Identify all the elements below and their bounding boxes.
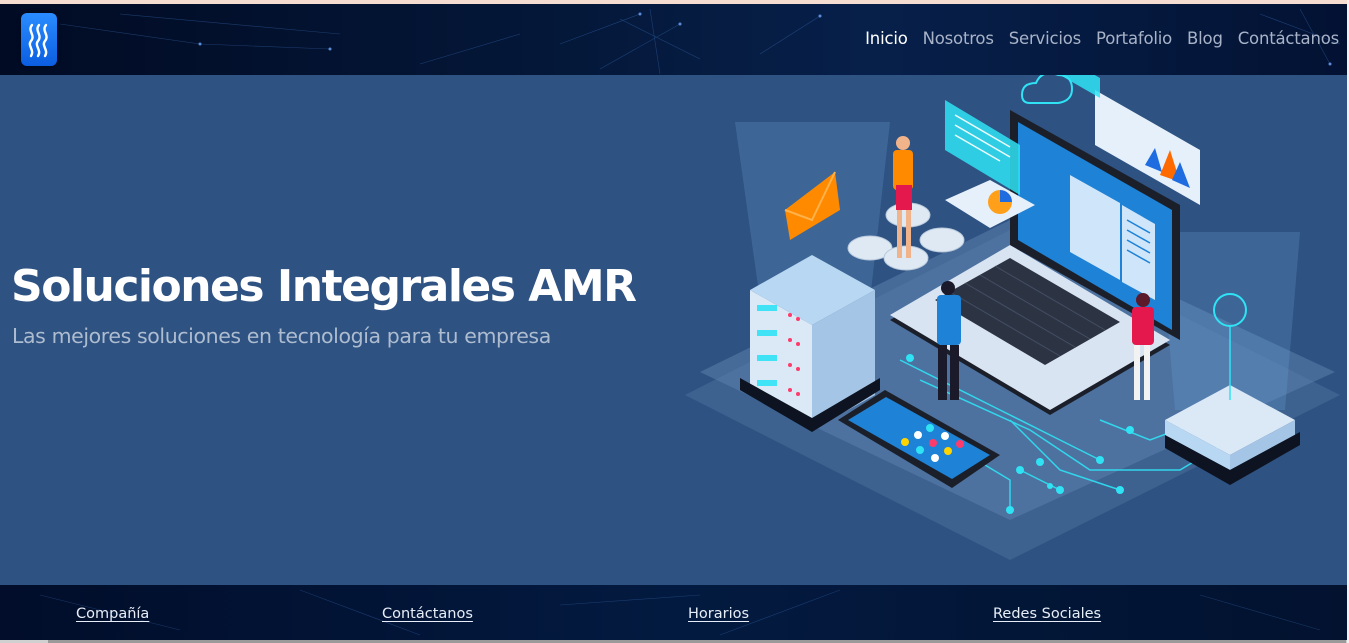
nav-inicio[interactable]: Inicio bbox=[865, 29, 908, 48]
footer-link-horarios[interactable]: Horarios bbox=[688, 606, 749, 622]
isometric-technology-illustration bbox=[685, 75, 1340, 560]
footer-link-redes-sociales[interactable]: Redes Sociales bbox=[993, 606, 1101, 622]
footer-link-contactanos[interactable]: Contáctanos bbox=[382, 606, 473, 622]
network-background bbox=[39, 589, 1321, 636]
nav-portafolio[interactable]: Portafolio bbox=[1096, 29, 1172, 48]
nav-blog[interactable]: Blog bbox=[1187, 29, 1223, 48]
hero-subtitle: Las mejores soluciones en tecnología par… bbox=[12, 324, 551, 348]
footer: Compañía Contáctanos Horarios Redes Soci… bbox=[0, 585, 1347, 640]
footer-link-compania[interactable]: Compañía bbox=[76, 606, 149, 622]
nav-nosotros[interactable]: Nosotros bbox=[923, 29, 994, 48]
nav-servicios[interactable]: Servicios bbox=[1009, 29, 1082, 48]
hero-title: Soluciones Integrales AMR bbox=[11, 261, 637, 312]
hero-section: Soluciones Integrales AMR Las mejores so… bbox=[0, 75, 1347, 585]
nav-contactanos[interactable]: Contáctanos bbox=[1238, 29, 1339, 48]
waves-logo-icon[interactable] bbox=[21, 13, 57, 66]
main-nav: Inicio Nosotros Servicios Portafolio Blo… bbox=[850, 29, 1339, 48]
navbar: Inicio Nosotros Servicios Portafolio Blo… bbox=[0, 4, 1347, 75]
